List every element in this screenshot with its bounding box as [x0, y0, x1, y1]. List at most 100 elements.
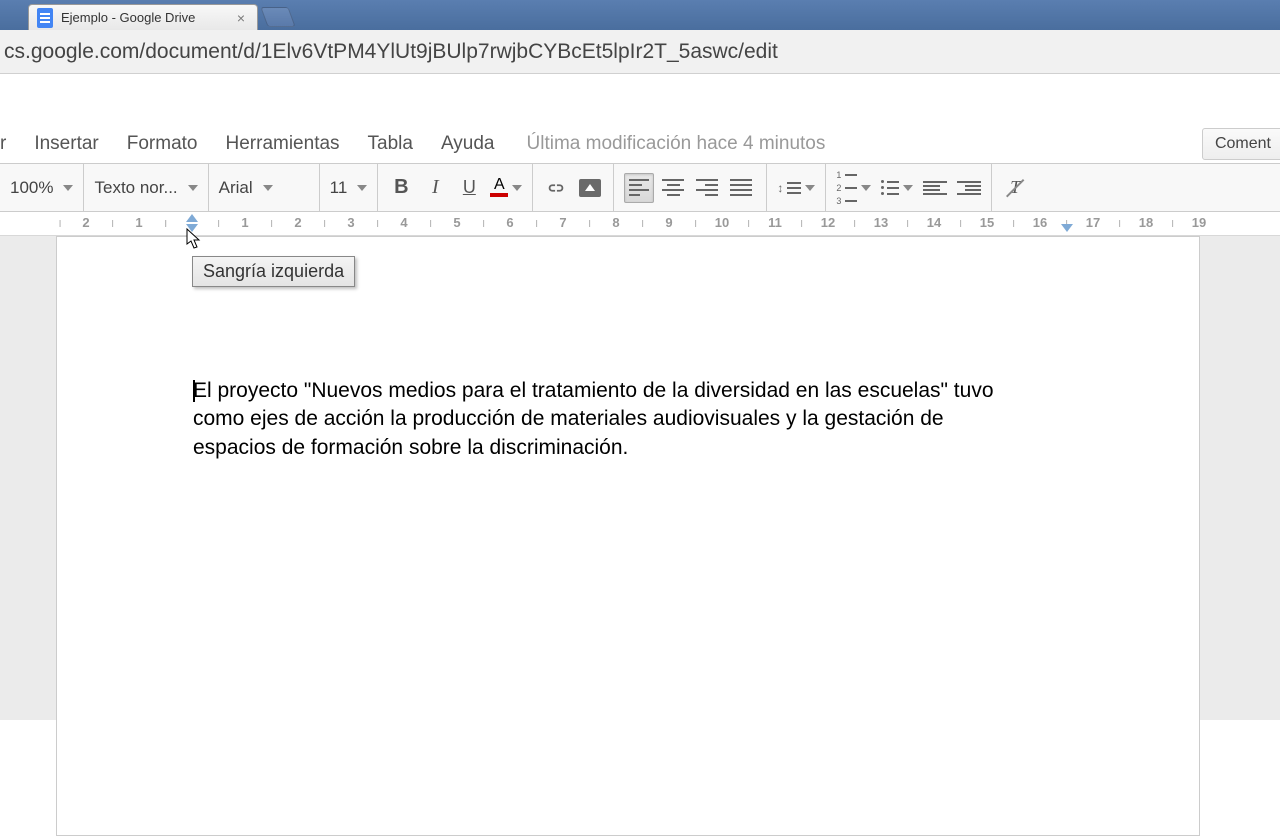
bulleted-list-icon [881, 180, 899, 195]
ruler-tick: 19 [1192, 215, 1206, 230]
browser-tab-strip: Ejemplo - Google Drive × [0, 0, 1280, 30]
zoom-group: 100% [0, 164, 84, 211]
ruler-minor-tick: ı [694, 215, 698, 230]
ruler-tick: 15 [980, 215, 994, 230]
insert-link-button[interactable] [543, 175, 569, 201]
ruler-tick: 9 [665, 215, 672, 230]
menu-insertar[interactable]: Insertar [20, 127, 112, 161]
text-color-swatch [490, 193, 508, 197]
document-canvas: El proyecto "Nuevos medios para el trata… [0, 236, 1280, 720]
ruler-minor-tick: ı [1171, 215, 1175, 230]
ruler-tick: 8 [612, 215, 619, 230]
close-icon[interactable]: × [235, 10, 247, 26]
ruler-minor-tick: ı [800, 215, 804, 230]
text-color-letter: A [494, 178, 505, 192]
menu-ayuda[interactable]: Ayuda [427, 127, 509, 161]
ruler-minor-tick: ı [164, 215, 168, 230]
link-icon [545, 181, 567, 195]
tab-title: Ejemplo - Google Drive [61, 10, 227, 25]
ruler-minor-tick: ı [1012, 215, 1016, 230]
underline-button[interactable]: U [456, 175, 482, 201]
ruler-minor-tick: ı [747, 215, 751, 230]
ruler-tick: 1 [135, 215, 142, 230]
image-icon [579, 179, 601, 197]
style-value: Texto nor... [94, 178, 177, 198]
numbered-list-button[interactable]: 1 2 3 [836, 170, 871, 206]
indent-tooltip: Sangría izquierda [192, 256, 355, 287]
align-group [614, 164, 767, 211]
address-bar[interactable]: cs.google.com/document/d/1Elv6VtPM4YlUt9… [0, 30, 1280, 74]
chevron-down-icon [861, 185, 871, 191]
size-value: 11 [330, 178, 348, 198]
font-group: Arial [209, 164, 320, 211]
bold-button[interactable]: B [388, 175, 414, 201]
increase-indent-button[interactable] [957, 181, 981, 195]
insert-group [533, 164, 614, 211]
font-value: Arial [219, 178, 253, 198]
ruler-minor-tick: ı [535, 215, 539, 230]
browser-tab[interactable]: Ejemplo - Google Drive × [28, 4, 258, 30]
page[interactable]: El proyecto "Nuevos medios para el trata… [56, 236, 1200, 836]
align-left-button[interactable] [624, 173, 654, 203]
menu-formato[interactable]: Formato [113, 127, 212, 161]
url-text: cs.google.com/document/d/1Elv6VtPM4YlUt9… [4, 40, 778, 64]
style-group: Texto nor... [84, 164, 208, 211]
ruler-tick: 2 [294, 215, 301, 230]
chevron-down-icon [903, 185, 913, 191]
toolbar: 100% Texto nor... Arial 11 B I U A [0, 164, 1280, 212]
ruler-minor-tick: ı [588, 215, 592, 230]
align-justify-button[interactable] [726, 173, 756, 203]
italic-button[interactable]: I [422, 175, 448, 201]
paragraph-text[interactable]: El proyecto "Nuevos medios para el trata… [193, 377, 1025, 462]
ruler-tick: 18 [1139, 215, 1153, 230]
chevron-down-icon [512, 185, 522, 191]
font-dropdown[interactable]: Arial [219, 178, 309, 198]
font-size-dropdown[interactable]: 11 [330, 178, 368, 198]
mouse-cursor-icon [186, 228, 202, 250]
last-modified-status: Última modificación hace 4 minutos [527, 133, 826, 155]
zoom-value: 100% [10, 178, 53, 198]
ruler-tick: 17 [1086, 215, 1100, 230]
align-right-button[interactable] [692, 173, 722, 203]
clear-format-group: T [992, 164, 1038, 211]
line-spacing-button[interactable]: ↕ [777, 181, 815, 195]
menu-herramientas[interactable]: Herramientas [212, 127, 354, 161]
ruler-tick: 6 [506, 215, 513, 230]
ruler-minor-tick: ı [376, 215, 380, 230]
paragraph-style-dropdown[interactable]: Texto nor... [94, 178, 197, 198]
ruler-tick: 2 [82, 215, 89, 230]
clear-formatting-button[interactable]: T [1002, 175, 1028, 201]
docs-favicon [37, 8, 53, 28]
ruler-tick: 13 [874, 215, 888, 230]
ruler-tick: 12 [821, 215, 835, 230]
ruler-minor-tick: ı [482, 215, 486, 230]
zoom-dropdown[interactable]: 100% [10, 178, 73, 198]
ruler-minor-tick: ı [270, 215, 274, 230]
text-format-group: B I U A [378, 164, 533, 211]
bulleted-list-button[interactable] [881, 180, 913, 195]
ruler-minor-tick: ı [58, 215, 62, 230]
size-group: 11 [320, 164, 379, 211]
comment-button[interactable]: Coment [1202, 128, 1280, 160]
menu-tabla[interactable]: Tabla [354, 127, 427, 161]
ruler-tick: 11 [768, 215, 782, 230]
ruler-minor-tick: ı [429, 215, 433, 230]
ruler-tick: 3 [347, 215, 354, 230]
decrease-indent-button[interactable] [923, 181, 947, 195]
insert-image-button[interactable] [577, 175, 603, 201]
ruler-minor-tick: ı [641, 215, 645, 230]
menu-item-cut[interactable]: r [0, 127, 20, 161]
align-center-button[interactable] [658, 173, 688, 203]
chevron-down-icon [188, 185, 198, 191]
text-color-button[interactable]: A [490, 178, 522, 197]
ruler-tick: 4 [400, 215, 407, 230]
linespacing-group: ↕ [767, 164, 826, 211]
menu-bar: r Insertar Formato Herramientas Tabla Ay… [0, 124, 1280, 164]
ruler-tick: 14 [927, 215, 941, 230]
new-tab-button[interactable] [260, 7, 295, 27]
chevron-down-icon [63, 185, 73, 191]
list-group: 1 2 3 [826, 164, 992, 211]
first-line-indent-marker[interactable] [186, 214, 198, 222]
right-indent-marker[interactable] [1061, 224, 1073, 232]
updown-arrow-icon: ↕ [777, 181, 783, 195]
